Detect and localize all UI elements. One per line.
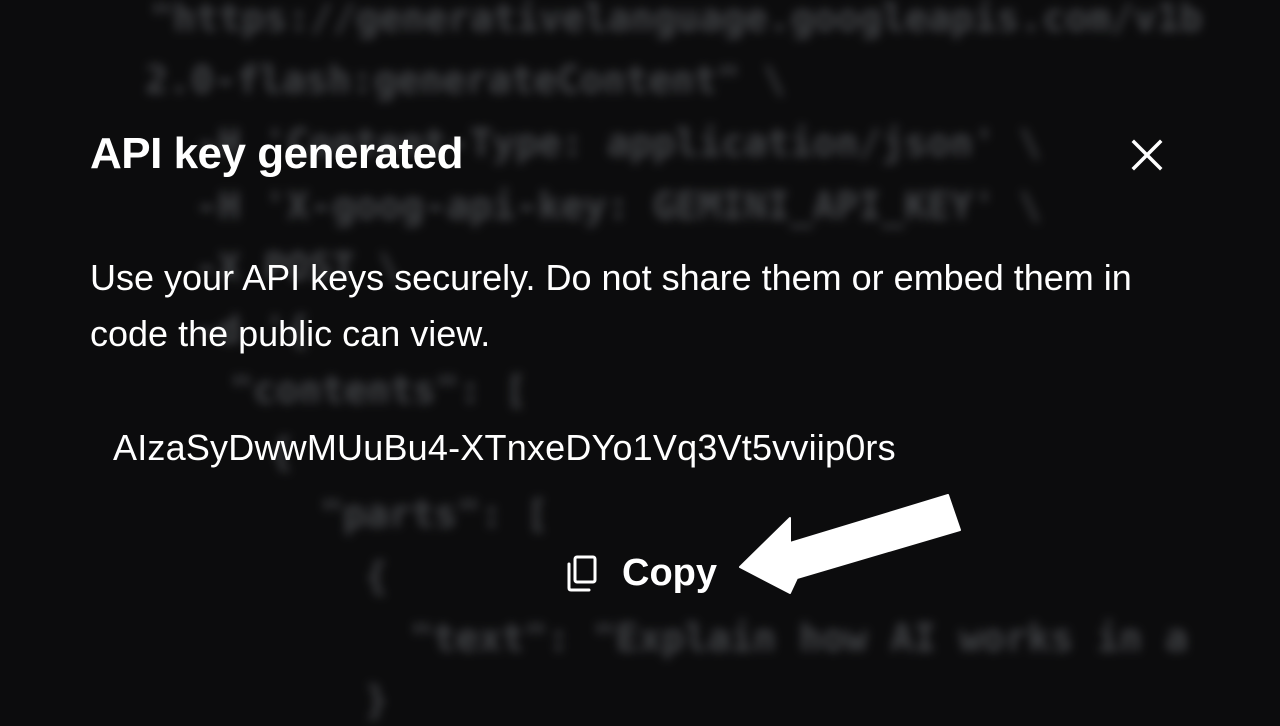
arrow-left-icon	[739, 494, 961, 594]
api-key-dialog: API key generated Use your API keys secu…	[0, 0, 1280, 726]
copy-button[interactable]: Copy	[560, 545, 717, 601]
close-icon	[1131, 139, 1163, 171]
screen: "https://generativelanguage.googleapis.c…	[0, 0, 1280, 726]
dialog-title: API key generated	[90, 129, 464, 178]
copy-label: Copy	[622, 551, 717, 594]
copy-icon	[567, 555, 597, 592]
security-message: Use your API keys securely. Do not share…	[90, 257, 1132, 354]
close-button[interactable]	[1122, 130, 1172, 180]
api-key-value: AIzaSyDwwMUuBu4-XTnxeDYo1Vq3Vt5vviip0rs	[113, 427, 896, 468]
